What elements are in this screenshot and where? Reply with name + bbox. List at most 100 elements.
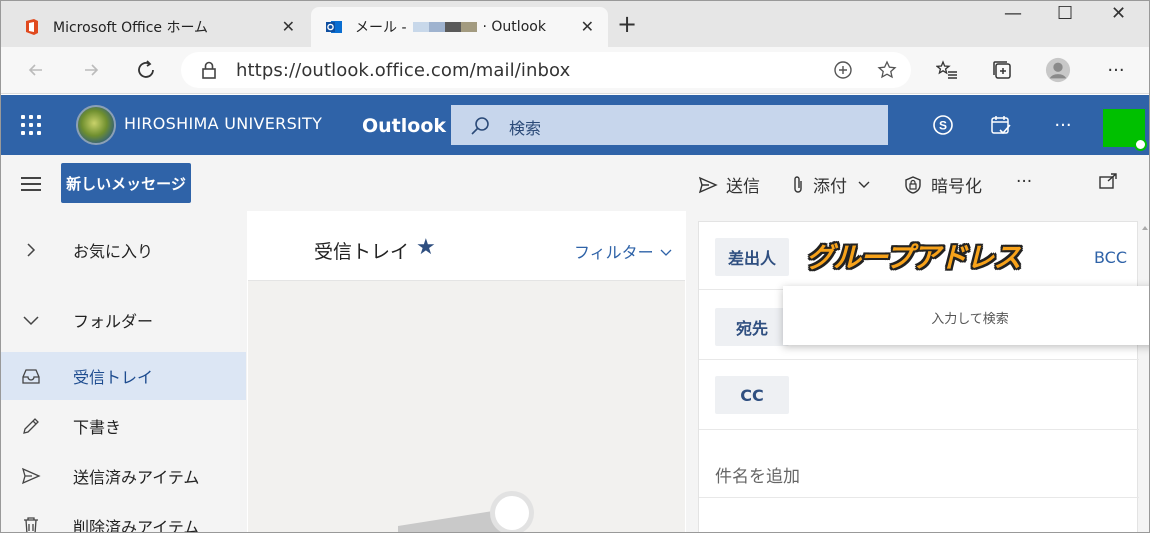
nav-deleted-label: 削除済みアイテム [73,518,200,533]
chevron-down-icon [21,310,41,330]
empty-inbox-illustration [398,491,534,532]
outlook-logo-icon [326,21,342,33]
pop-out-icon [1099,173,1117,189]
nav-item-deleted[interactable]: 削除済みアイテム [1,502,246,533]
from-row: 差出人 グループアドレス BCC [699,222,1139,290]
pop-out-button[interactable] [1098,172,1126,190]
my-day-button[interactable] [989,113,1013,137]
profile-button[interactable] [1045,57,1071,83]
address-bar[interactable]: https://outlook.office.com/mail/inbox [181,52,911,88]
favorites-button[interactable] [934,57,960,83]
subject-row[interactable]: 件名を追加 [699,430,1139,498]
nav-favorites[interactable]: お気に入り [1,226,246,274]
compose-form: 差出人 グループアドレス BCC 宛先 CC 件名を追加 入力して検索 [698,221,1149,532]
scroll-up-arrow-icon[interactable] [1141,224,1149,232]
tab-title-prefix: メール - [355,20,407,36]
back-button[interactable] [23,57,49,83]
new-message-button[interactable]: 新しいメッセージ [61,163,191,203]
refresh-button[interactable] [133,57,159,83]
tab-close-icon[interactable]: ✕ [581,17,594,36]
redacted-username [412,22,477,32]
from-button[interactable]: 差出人 [715,238,789,276]
paperclip-icon [794,175,802,193]
folder-title: 受信トレイ [314,241,410,263]
filter-label: フィルター [574,243,654,262]
nav-inbox-label: 受信トレイ [73,368,154,387]
collections-icon [993,61,1011,79]
url-text: https://outlook.office.com/mail/inbox [236,60,571,81]
nav-sent-label: 送信済みアイテム [73,468,200,487]
collections-button[interactable] [989,57,1015,83]
encrypt-label: 暗号化 [931,177,982,197]
header-more-button[interactable]: ··· [1051,113,1075,137]
maximize-button[interactable]: ☐ [1057,3,1073,24]
scrollbar[interactable] [1141,217,1149,532]
app-name[interactable]: Outlook [362,115,446,137]
message-list: 受信トレイ ★ フィルター [248,211,685,532]
chevron-down-icon [858,181,870,188]
close-window-button[interactable]: ✕ [1111,3,1126,24]
pencil-icon [21,416,41,436]
subject-input[interactable]: 件名を追加 [715,462,800,487]
organization-name: HIROSHIMA UNIVERSITY [124,114,323,133]
profile-avatar-icon [1045,57,1071,83]
tab-title-suffix: · Outlook [482,19,546,35]
svg-text:S: S [939,119,947,133]
cc-button[interactable]: CC [715,376,789,414]
compose-pane: 差出人 グループアドレス BCC 宛先 CC 件名を追加 入力して検索 [686,211,1149,532]
tab-office-home[interactable]: Microsoft Office ホーム ✕ [9,7,309,47]
encrypt-button[interactable]: 暗号化 [903,172,982,197]
nav-folders[interactable]: フォルダー [1,296,246,344]
new-tab-button[interactable]: + [617,10,637,38]
bcc-button[interactable]: BCC [1094,248,1127,267]
outlook-header: HIROSHIMA UNIVERSITY Outlook 検索 S ··· [1,95,1149,155]
tab-outlook-mail[interactable]: メール - · Outlook ✕ [311,7,608,47]
recipient-suggestion-popup: 入力して検索 [783,286,1149,345]
arrow-left-icon [28,64,42,76]
address-row: https://outlook.office.com/mail/inbox ··… [1,47,1149,94]
nav-item-sent[interactable]: 送信済みアイテム [1,452,246,500]
to-button[interactable]: 宛先 [715,308,789,346]
shield-lock-icon [905,175,921,194]
search-placeholder: 検索 [509,119,542,138]
nav-item-drafts[interactable]: 下書き [1,402,246,450]
account-avatar[interactable] [1103,109,1147,151]
browser-window: Microsoft Office ホーム ✕ メール - · Outlook ✕… [0,0,1150,533]
send-button[interactable]: 送信 [698,172,760,197]
minimize-button[interactable]: — [1004,3,1022,24]
attach-label: 添付 [813,177,847,197]
folder-pane: お気に入り フォルダー 受信トレイ 下書き 送信済みアイテム 削除済みアイテム [1,211,247,533]
favorite-star-icon[interactable] [877,60,897,80]
app-launcher-icon[interactable] [21,115,41,135]
suggestion-hint: 入力して検索 [931,312,1009,327]
nav-item-inbox[interactable]: 受信トレイ [1,352,246,400]
nav-drafts-label: 下書き [73,418,122,437]
calendar-check-icon [991,116,1011,135]
office-logo-icon [26,19,38,35]
favorites-list-icon [936,60,957,79]
cc-row: CC [699,360,1139,430]
message-list-header: 受信トレイ ★ フィルター [248,211,685,281]
university-logo [76,105,116,145]
send-icon [21,466,41,486]
group-address-annotation: グループアドレス [806,241,1021,274]
tab-title: Microsoft Office ホーム [53,20,209,36]
forward-button[interactable] [78,57,104,83]
skype-icon: S [933,115,953,135]
nav-favorites-label: お気に入り [73,242,154,261]
skype-button[interactable]: S [931,113,955,137]
browser-more-button[interactable]: ··· [1103,57,1129,83]
hamburger-menu-icon[interactable] [21,177,41,195]
search-icon [471,117,489,135]
command-more-button[interactable]: ··· [1016,172,1032,192]
chevron-right-icon [21,240,41,260]
attach-button[interactable]: 添付 [791,172,871,197]
filter-button[interactable]: フィルター [574,239,673,263]
send-icon [698,176,718,193]
trash-icon [21,516,41,532]
tab-close-icon[interactable]: ✕ [282,17,295,36]
search-box[interactable]: 検索 [451,105,888,145]
favorite-star-icon[interactable]: ★ [416,235,436,260]
chevron-down-icon [660,249,672,256]
add-page-icon[interactable] [833,60,853,80]
